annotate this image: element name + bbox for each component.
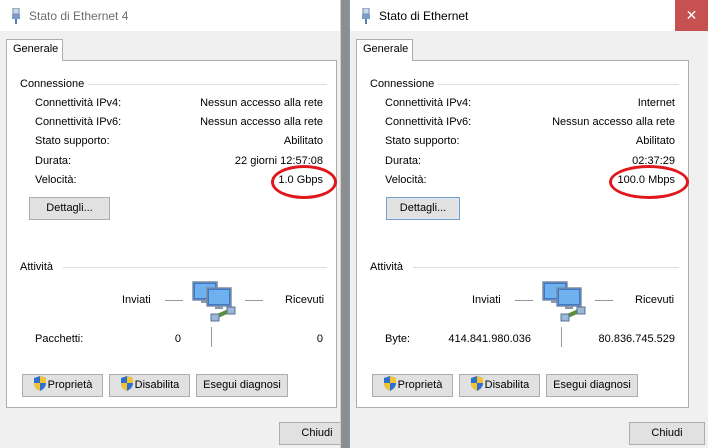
disable-label: Disabilita [134,379,180,391]
ipv6-value: Nessun accesso alla rete [200,116,323,128]
media-state-value: Abilitato [283,135,323,147]
received-label: Ricevuti [285,294,325,306]
received-label: Ricevuti [635,294,675,306]
connection-heading: Connessione [20,78,89,90]
ipv4-label: Connettività IPv4: [35,97,122,109]
activity-divider [211,327,212,347]
duration-label: Durata: [35,155,72,167]
packets-label: Pacchetti: [35,333,84,345]
group-divider [63,267,327,268]
uac-shield-icon [383,376,396,391]
uac-shield-icon [33,376,46,391]
speed-label: Velocità: [385,174,427,186]
speed-label: Velocità: [35,174,77,186]
group-divider [413,267,679,268]
network-computers-icon [542,281,586,322]
properties-label: Proprietà [47,379,93,391]
sent-value: 414.841.980.036 [448,333,531,345]
received-value: 0 [316,333,323,345]
ethernet4-status-window: Stato di Ethernet 4 Generale Connessione… [0,0,341,448]
window-gap [341,0,349,448]
properties-label: Proprietà [397,379,443,391]
media-state-value: Abilitato [635,135,675,147]
sent-value: 0 [174,333,181,345]
group-divider [77,84,327,85]
ipv4-label: Connettività IPv4: [385,97,472,109]
received-value: 80.836.745.529 [598,333,675,345]
close-icon[interactable]: ✕ [675,0,708,31]
ethernet-status-window: Stato di Ethernet ✕ Generale Connessione… [349,0,708,448]
received-dash [245,300,263,301]
activity-heading: Attività [20,261,58,273]
disable-button[interactable]: Disabilita [109,374,190,397]
properties-button[interactable]: Proprietà [372,374,453,397]
uac-shield-icon [120,376,133,391]
duration-label: Durata: [385,155,422,167]
group-divider [427,84,679,85]
activity-heading: Attività [370,261,408,273]
disable-label: Disabilita [484,379,530,391]
ethernet-plug-icon [362,8,370,24]
disable-button[interactable]: Disabilita [459,374,540,397]
ethernet-plug-icon [12,8,20,24]
ipv4-value: Internet [637,97,675,109]
properties-button[interactable]: Proprietà [22,374,103,397]
media-state-label: Stato supporto: [35,135,110,147]
title-bar: Stato di Ethernet 4 [0,0,340,31]
diagnose-button[interactable]: Esegui diagnosi [546,374,638,397]
media-state-label: Stato supporto: [385,135,460,147]
sent-dash [515,300,533,301]
close-button[interactable]: Chiudi [629,422,705,445]
ipv6-label: Connettività IPv6: [35,116,122,128]
ipv6-value: Nessun accesso alla rete [552,116,675,128]
tab-generale[interactable]: Generale [6,39,63,61]
ipv4-value: Nessun accesso alla rete [200,97,323,109]
network-computers-icon [192,281,236,322]
close-button[interactable]: Chiudi [279,422,340,445]
general-panel: Connessione Connettività IPv4: Nessun ac… [6,60,337,408]
ipv6-label: Connettività IPv6: [385,116,472,128]
tab-generale[interactable]: Generale [356,39,413,61]
window-title: Stato di Ethernet 4 [29,9,129,23]
window-title: Stato di Ethernet [379,9,469,23]
uac-shield-icon [470,376,483,391]
title-bar: Stato di Ethernet ✕ [350,0,708,31]
details-button[interactable]: Dettagli... [29,197,110,220]
sent-label: Inviati [472,294,501,306]
activity-divider [561,327,562,347]
general-panel: Connessione Connettività IPv4: Internet … [356,60,689,408]
received-dash [595,300,613,301]
sent-dash [165,300,183,301]
annotation-circle [271,165,337,199]
details-button[interactable]: Dettagli... [386,197,460,220]
sent-label: Inviati [122,294,151,306]
connection-heading: Connessione [370,78,439,90]
annotation-circle [609,165,689,199]
diagnose-button[interactable]: Esegui diagnosi [196,374,288,397]
bytes-label: Byte: [385,333,411,345]
